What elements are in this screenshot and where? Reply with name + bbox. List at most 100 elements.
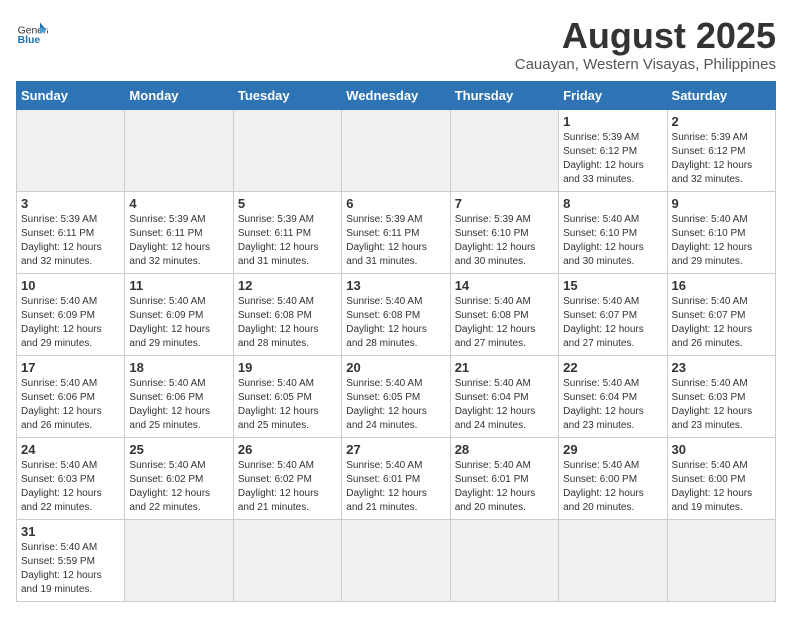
calendar-cell: 18Sunrise: 5:40 AM Sunset: 6:06 PM Dayli…: [125, 355, 233, 437]
calendar-cell: [667, 519, 775, 601]
calendar-cell: 19Sunrise: 5:40 AM Sunset: 6:05 PM Dayli…: [233, 355, 341, 437]
day-info: Sunrise: 5:40 AM Sunset: 6:00 PM Dayligh…: [563, 459, 662, 515]
day-info: Sunrise: 5:39 AM Sunset: 6:10 PM Dayligh…: [455, 213, 554, 269]
calendar-cell: 1Sunrise: 5:39 AM Sunset: 6:12 PM Daylig…: [559, 109, 667, 191]
day-number: 19: [238, 360, 337, 375]
page-header: General Blue August 2025 Cauayan, Wester…: [16, 16, 776, 73]
day-number: 29: [563, 442, 662, 457]
calendar-cell: 10Sunrise: 5:40 AM Sunset: 6:09 PM Dayli…: [17, 273, 125, 355]
day-number: 27: [346, 442, 445, 457]
day-info: Sunrise: 5:40 AM Sunset: 6:02 PM Dayligh…: [238, 459, 337, 515]
day-number: 22: [563, 360, 662, 375]
day-info: Sunrise: 5:40 AM Sunset: 6:06 PM Dayligh…: [129, 377, 228, 433]
calendar-cell: 7 Sunrise: 5:39 AM Sunset: 6:10 PM Daylig…: [450, 191, 558, 273]
day-number: 14: [455, 278, 554, 293]
day-number: 9: [672, 196, 771, 211]
day-number: 17: [21, 360, 120, 375]
title-block: August 2025 Cauayan, Western Visayas, Ph…: [515, 16, 776, 73]
day-number: 2: [672, 114, 771, 129]
calendar-table: SundayMondayTuesdayWednesdayThursdayFrid…: [16, 81, 776, 602]
day-info: Sunrise: 5:40 AM Sunset: 6:06 PM Dayligh…: [21, 377, 120, 433]
day-number: 6: [346, 196, 445, 211]
day-info: Sunrise: 5:40 AM Sunset: 6:01 PM Dayligh…: [346, 459, 445, 515]
day-number: 20: [346, 360, 445, 375]
calendar-cell: [17, 109, 125, 191]
day-info: Sunrise: 5:40 AM Sunset: 6:04 PM Dayligh…: [455, 377, 554, 433]
calendar-cell: 6 Sunrise: 5:39 AM Sunset: 6:11 PM Daylig…: [342, 191, 450, 273]
logo-icon: General Blue: [16, 16, 48, 48]
day-info: Sunrise: 5:39 AM Sunset: 6:11 PM Dayligh…: [238, 213, 337, 269]
calendar-cell: [125, 109, 233, 191]
calendar-cell: 17 Sunrise: 5:40 AM Sunset: 6:06 PM Dayli…: [17, 355, 125, 437]
calendar-cell: 8 Sunrise: 5:40 AM Sunset: 6:10 PM Daylig…: [559, 191, 667, 273]
day-number: 26: [238, 442, 337, 457]
weekday-header-thursday: Thursday: [450, 81, 558, 109]
calendar-cell: 23Sunrise: 5:40 AM Sunset: 6:03 PM Dayli…: [667, 355, 775, 437]
day-number: 10: [21, 278, 120, 293]
day-number: 15: [563, 278, 662, 293]
day-info: Sunrise: 5:40 AM Sunset: 6:09 PM Dayligh…: [129, 295, 228, 351]
calendar-cell: [450, 519, 558, 601]
day-info: Sunrise: 5:40 AM Sunset: 6:03 PM Dayligh…: [21, 459, 120, 515]
week-row-2: 10 Sunrise: 5:40 AM Sunset: 6:09 PM Dayli…: [17, 273, 776, 355]
day-info: Sunrise: 5:40 AM Sunset: 6:10 PM Dayligh…: [563, 213, 662, 269]
calendar-cell: 16 Sunrise: 5:40 AM Sunset: 6:07 PM Dayli…: [667, 273, 775, 355]
day-number: 8: [563, 196, 662, 211]
calendar-cell: 14 Sunrise: 5:40 AM Sunset: 6:08 PM Dayli…: [450, 273, 558, 355]
weekday-header-sunday: Sunday: [17, 81, 125, 109]
day-info: Sunrise: 5:40 AM Sunset: 6:01 PM Dayligh…: [455, 459, 554, 515]
week-row-3: 17 Sunrise: 5:40 AM Sunset: 6:06 PM Dayli…: [17, 355, 776, 437]
calendar-cell: [233, 109, 341, 191]
calendar-cell: [233, 519, 341, 601]
day-info: Sunrise: 5:39 AM Sunset: 6:12 PM Dayligh…: [563, 131, 662, 187]
calendar-cell: 26 Sunrise: 5:40 AM Sunset: 6:02 PM Dayli…: [233, 437, 341, 519]
calendar-cell: 28Sunrise: 5:40 AM Sunset: 6:01 PM Dayli…: [450, 437, 558, 519]
day-number: 23: [672, 360, 771, 375]
day-info: Sunrise: 5:40 AM Sunset: 6:00 PM Dayligh…: [672, 459, 771, 515]
week-row-5: 31Sunrise: 5:40 AM Sunset: 5:59 PM Dayli…: [17, 519, 776, 601]
day-info: Sunrise: 5:39 AM Sunset: 6:11 PM Dayligh…: [346, 213, 445, 269]
calendar-cell: 25 Sunrise: 5:40 AM Sunset: 6:02 PM Dayli…: [125, 437, 233, 519]
day-number: 24: [21, 442, 120, 457]
calendar-cell: 2 Sunrise: 5:39 AM Sunset: 6:12 PM Daylig…: [667, 109, 775, 191]
calendar-cell: 12 Sunrise: 5:40 AM Sunset: 6:08 PM Dayli…: [233, 273, 341, 355]
weekday-header-wednesday: Wednesday: [342, 81, 450, 109]
calendar-cell: 4Sunrise: 5:39 AM Sunset: 6:11 PM Daylig…: [125, 191, 233, 273]
day-number: 3: [21, 196, 120, 211]
day-number: 21: [455, 360, 554, 375]
calendar-cell: [342, 519, 450, 601]
calendar-cell: 5 Sunrise: 5:39 AM Sunset: 6:11 PM Daylig…: [233, 191, 341, 273]
weekday-header-tuesday: Tuesday: [233, 81, 341, 109]
day-info: Sunrise: 5:39 AM Sunset: 6:11 PM Dayligh…: [21, 213, 120, 269]
day-info: Sunrise: 5:40 AM Sunset: 6:08 PM Dayligh…: [346, 295, 445, 351]
calendar-cell: [559, 519, 667, 601]
day-info: Sunrise: 5:40 AM Sunset: 6:07 PM Dayligh…: [672, 295, 771, 351]
day-number: 16: [672, 278, 771, 293]
calendar-cell: 31Sunrise: 5:40 AM Sunset: 5:59 PM Dayli…: [17, 519, 125, 601]
day-info: Sunrise: 5:40 AM Sunset: 6:08 PM Dayligh…: [455, 295, 554, 351]
day-info: Sunrise: 5:40 AM Sunset: 5:59 PM Dayligh…: [21, 541, 120, 597]
day-number: 5: [238, 196, 337, 211]
day-number: 25: [129, 442, 228, 457]
calendar-cell: [450, 109, 558, 191]
day-info: Sunrise: 5:40 AM Sunset: 6:05 PM Dayligh…: [346, 377, 445, 433]
calendar-cell: 30Sunrise: 5:40 AM Sunset: 6:00 PM Dayli…: [667, 437, 775, 519]
calendar-cell: 20 Sunrise: 5:40 AM Sunset: 6:05 PM Dayli…: [342, 355, 450, 437]
logo: General Blue: [16, 16, 48, 48]
svg-text:Blue: Blue: [18, 35, 41, 46]
day-info: Sunrise: 5:40 AM Sunset: 6:08 PM Dayligh…: [238, 295, 337, 351]
day-info: Sunrise: 5:40 AM Sunset: 6:02 PM Dayligh…: [129, 459, 228, 515]
calendar-cell: 13Sunrise: 5:40 AM Sunset: 6:08 PM Dayli…: [342, 273, 450, 355]
day-number: 7: [455, 196, 554, 211]
calendar-cell: 29 Sunrise: 5:40 AM Sunset: 6:00 PM Dayli…: [559, 437, 667, 519]
weekday-header-row: SundayMondayTuesdayWednesdayThursdayFrid…: [17, 81, 776, 109]
day-number: 12: [238, 278, 337, 293]
calendar-cell: 11 Sunrise: 5:40 AM Sunset: 6:09 PM Dayli…: [125, 273, 233, 355]
calendar-subtitle: Cauayan, Western Visayas, Philippines: [515, 56, 776, 73]
weekday-header-saturday: Saturday: [667, 81, 775, 109]
day-info: Sunrise: 5:39 AM Sunset: 6:12 PM Dayligh…: [672, 131, 771, 187]
calendar-cell: [125, 519, 233, 601]
week-row-0: 1Sunrise: 5:39 AM Sunset: 6:12 PM Daylig…: [17, 109, 776, 191]
day-number: 11: [129, 278, 228, 293]
day-number: 4: [129, 196, 228, 211]
